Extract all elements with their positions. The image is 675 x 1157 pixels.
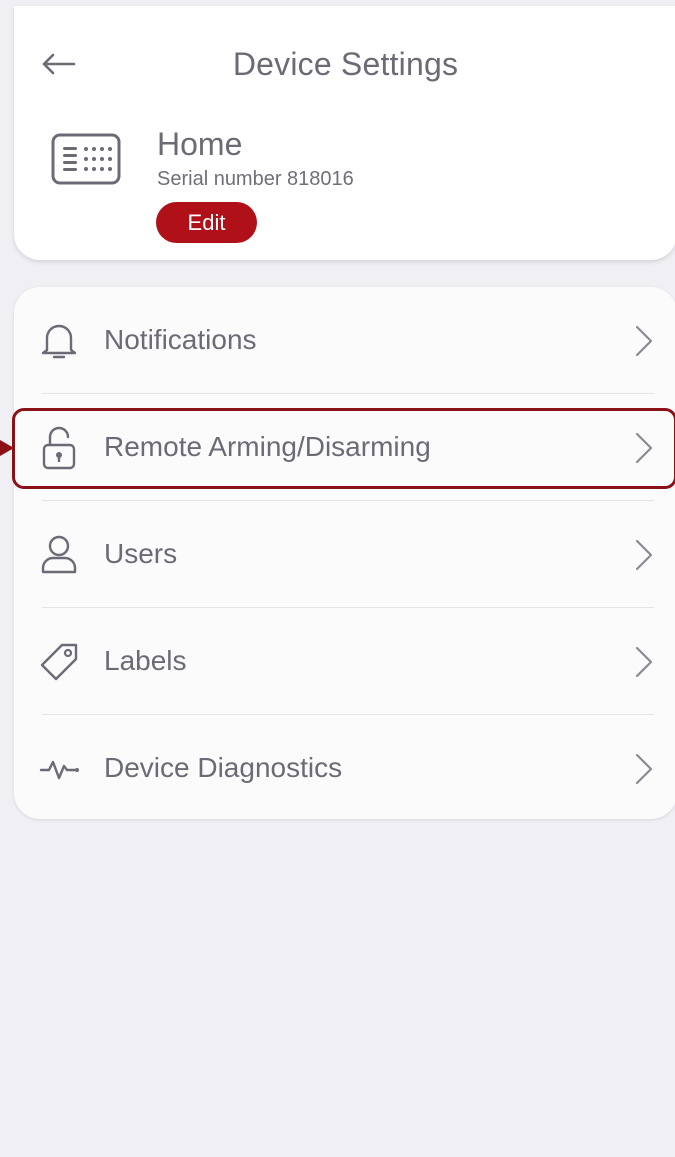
- menu-item-labels[interactable]: Labels: [14, 608, 675, 715]
- chevron-right-icon: [635, 753, 653, 785]
- pointer-arrow: [0, 440, 14, 456]
- header-card: Device Settings Home Serial number 81801…: [14, 6, 675, 260]
- serial-number: Serial number 818016: [157, 168, 354, 190]
- menu-item-remote-arming[interactable]: Remote Arming/Disarming: [14, 394, 675, 501]
- keypad-icon: [51, 133, 121, 185]
- menu-item-label: Labels: [104, 645, 187, 676]
- lock-open-icon: [42, 426, 76, 470]
- edit-button[interactable]: Edit: [156, 202, 257, 243]
- user-icon: [41, 535, 77, 574]
- chevron-right-icon: [635, 646, 653, 678]
- bell-icon: [41, 324, 77, 359]
- tag-icon: [40, 643, 78, 681]
- menu-item-device-diagnostics[interactable]: Device Diagnostics: [14, 715, 675, 822]
- chevron-right-icon: [635, 325, 653, 357]
- chevron-right-icon: [635, 432, 653, 464]
- menu-item-label: Users: [104, 538, 178, 569]
- menu-item-users[interactable]: Users: [14, 501, 675, 608]
- chevron-right-icon: [635, 539, 653, 571]
- screen: Device Settings Home Serial number 81801…: [0, 0, 675, 1157]
- menu-item-label: Remote Arming/Disarming: [104, 431, 431, 462]
- menu-item-label: Notifications: [104, 324, 257, 355]
- page-title: Device Settings: [232, 46, 459, 82]
- menu-item-label: Device Diagnostics: [104, 752, 343, 783]
- settings-menu: Notifications Remote Arming/Disarming Us…: [14, 287, 675, 819]
- menu-item-notifications[interactable]: Notifications: [14, 287, 675, 394]
- pulse-icon: [39, 760, 79, 780]
- device-name: Home: [157, 126, 243, 162]
